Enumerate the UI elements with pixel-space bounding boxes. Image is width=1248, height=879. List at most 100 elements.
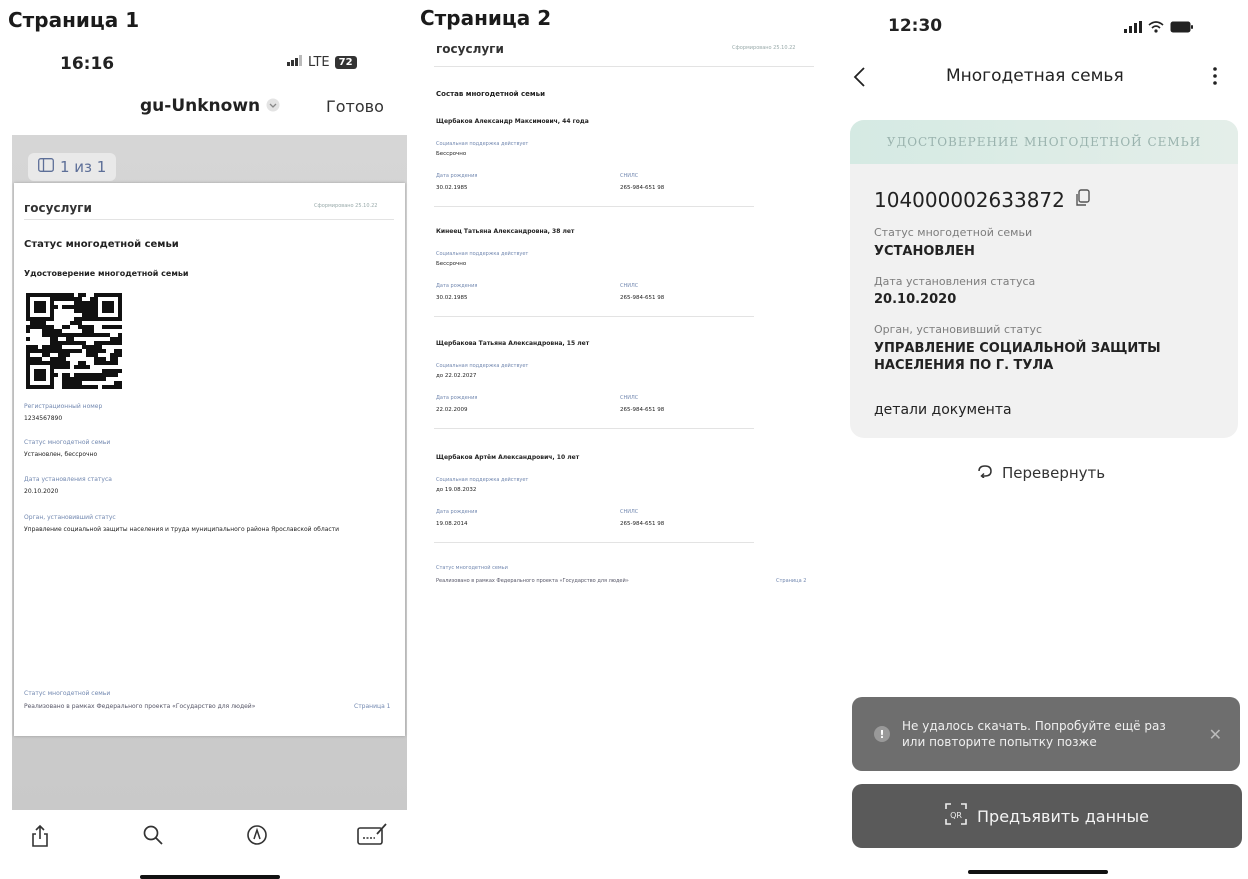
- doc-subheading: Удостоверение многодетной семьи: [24, 269, 189, 278]
- certificate-number: 104000002633872: [874, 188, 1065, 212]
- document-details-link[interactable]: детали документа: [874, 402, 1012, 418]
- support-value: Бессрочно: [436, 261, 467, 267]
- org-label: Орган, установивший статус: [24, 514, 116, 521]
- gosuslugi-logo: госуслуги: [436, 42, 504, 56]
- snils-value: 265-984-651 98: [620, 521, 665, 527]
- divider: [434, 316, 754, 317]
- done-button[interactable]: Готово: [326, 97, 384, 116]
- snils-label: СНИЛС: [620, 395, 639, 401]
- status-value: УСТАНОВЛЕН: [874, 244, 975, 259]
- present-data-button[interactable]: QR Предъявить данные: [852, 784, 1242, 848]
- certificate-card[interactable]: УДОСТОВЕРЕНИЕ МНОГОДЕТНОЙ СЕМЬИ 10400000…: [850, 120, 1238, 438]
- status-time: 16:16: [60, 54, 115, 74]
- member-name: Щербаков Артём Александрович, 10 лет: [436, 454, 580, 461]
- support-label: Социальная поддержка действует: [436, 141, 529, 147]
- status-date-label: Дата установления статуса: [874, 275, 1036, 288]
- network-type: LTE: [308, 55, 330, 70]
- page-counter-text: 1 из 1: [60, 158, 107, 176]
- footer-page: Страница 2: [776, 578, 807, 584]
- status-time: 12:30: [888, 16, 943, 36]
- qr-scan-icon: QR: [945, 803, 967, 829]
- signature-icon[interactable]: [357, 822, 387, 851]
- close-icon[interactable]: ✕: [1209, 725, 1222, 744]
- dob-label: Дата рождения: [436, 509, 478, 515]
- page-counter[interactable]: 1 из 1: [28, 153, 117, 181]
- error-toast: ! Не удалось скачать. Попробуйте ещё раз…: [852, 697, 1240, 771]
- support-value: Бессрочно: [436, 151, 467, 157]
- dob-value: 30.02.1985: [436, 185, 468, 191]
- bottom-toolbar: [12, 810, 407, 879]
- flip-button[interactable]: Перевернуть: [976, 464, 1105, 482]
- dob-value: 19.08.2014: [436, 521, 468, 527]
- support-value: до 19.08.2032: [436, 487, 477, 493]
- panel-page2: Страница 2 госуслуги Сформировано 25.10.…: [420, 0, 820, 879]
- dob-label: Дата рождения: [436, 173, 478, 179]
- status-date-value: 20.10.2020: [874, 292, 957, 307]
- qr-code: [26, 293, 122, 393]
- divider: [434, 542, 754, 543]
- org-value-line1: УПРАВЛЕНИЕ СОЦИАЛЬНОЙ ЗАЩИТЫ: [874, 341, 1161, 356]
- gosuslugi-logo: госуслуги: [24, 201, 92, 215]
- org-value-line2: НАСЕЛЕНИЯ ПО Г. ТУЛА: [874, 358, 1054, 373]
- support-value: до 22.02.2027: [436, 373, 477, 379]
- toast-line1: Не удалось скачать. Попробуйте ещё раз: [902, 719, 1166, 733]
- toast-message: Не удалось скачать. Попробуйте ещё раз и…: [902, 718, 1209, 750]
- status-value: Установлен, бессрочно: [24, 451, 98, 458]
- copy-icon[interactable]: [1075, 188, 1091, 212]
- footer-label: Статус многодетной семьи: [436, 565, 508, 571]
- signal-icon: [287, 55, 303, 70]
- back-arrow-icon[interactable]: [852, 66, 866, 92]
- markup-icon[interactable]: [246, 824, 268, 851]
- svg-text:QR: QR: [950, 811, 962, 820]
- signal-icon: [1124, 18, 1142, 37]
- snils-value: 265-984-651 98: [620, 407, 665, 413]
- footer-label: Статус многодетной семьи: [24, 690, 111, 697]
- flip-icon: [976, 464, 994, 482]
- more-vertical-icon[interactable]: [1212, 66, 1218, 90]
- document-title-menu[interactable]: gu-Unknown: [140, 96, 280, 116]
- snils-label: СНИЛС: [620, 173, 639, 179]
- divider: [434, 428, 754, 429]
- panel-app: 12:30 Многодетная семья УДОСТОВЕРЕНИЕ МН…: [840, 0, 1248, 879]
- home-indicator: [968, 870, 1108, 874]
- generated-date: Сформировано 25.10.22: [732, 45, 796, 51]
- support-label: Социальная поддержка действует: [436, 251, 529, 257]
- dob-label: Дата рождения: [436, 395, 478, 401]
- snils-value: 265-984-651 98: [620, 185, 665, 191]
- wifi-icon: [1148, 18, 1164, 37]
- status-date-label: Дата установления статуса: [24, 476, 112, 483]
- battery-icon: 72: [334, 56, 357, 69]
- org-value: Управление социальной защиты населения и…: [24, 526, 340, 533]
- certificate-number-row: 104000002633872: [874, 188, 1091, 212]
- dob-value: 30.02.1985: [436, 295, 468, 301]
- dob-label: Дата рождения: [436, 283, 478, 289]
- family-composition-heading: Состав многодетной семьи: [436, 90, 545, 98]
- generated-date: Сформировано 25.10.22: [314, 203, 378, 209]
- document-title: gu-Unknown: [140, 96, 261, 116]
- dob-value: 22.02.2009: [436, 407, 468, 413]
- member-name: Щербаков Александр Максимович, 44 года: [436, 118, 589, 125]
- present-data-label: Предъявить данные: [977, 806, 1149, 826]
- search-icon[interactable]: [142, 824, 164, 851]
- doc-heading: Статус многодетной семьи: [24, 239, 179, 250]
- divider: [434, 206, 754, 207]
- divider: [434, 66, 814, 67]
- sidebar-icon: [38, 158, 54, 176]
- certificate-banner: УДОСТОВЕРЕНИЕ МНОГОДЕТНОЙ СЕМЬИ: [850, 120, 1238, 164]
- status-date-value: 20.10.2020: [24, 488, 59, 495]
- share-icon[interactable]: [30, 824, 50, 853]
- toast-line2: или повторите попытку позже: [902, 735, 1097, 749]
- chevron-down-icon: [266, 97, 280, 116]
- org-label: Орган, установивший статус: [874, 323, 1043, 336]
- status-label: Статус многодетной семьи: [24, 439, 111, 446]
- status-bar-right: [1124, 18, 1194, 37]
- status-label: Статус многодетной семьи: [874, 226, 1033, 239]
- reg-number-label: Регистрационный номер: [24, 403, 103, 410]
- footer-text: Реализовано в рамках Федерального проект…: [436, 578, 629, 584]
- battery-icon: [1170, 18, 1194, 37]
- home-indicator: [140, 875, 280, 879]
- snils-label: СНИЛС: [620, 283, 639, 289]
- nav-title: Многодетная семья: [946, 66, 1124, 86]
- snils-value: 265-984-651 98: [620, 295, 665, 301]
- panel-page1: Страница 1 16:16 LTE 72 gu-Unknown Готов…: [0, 0, 410, 879]
